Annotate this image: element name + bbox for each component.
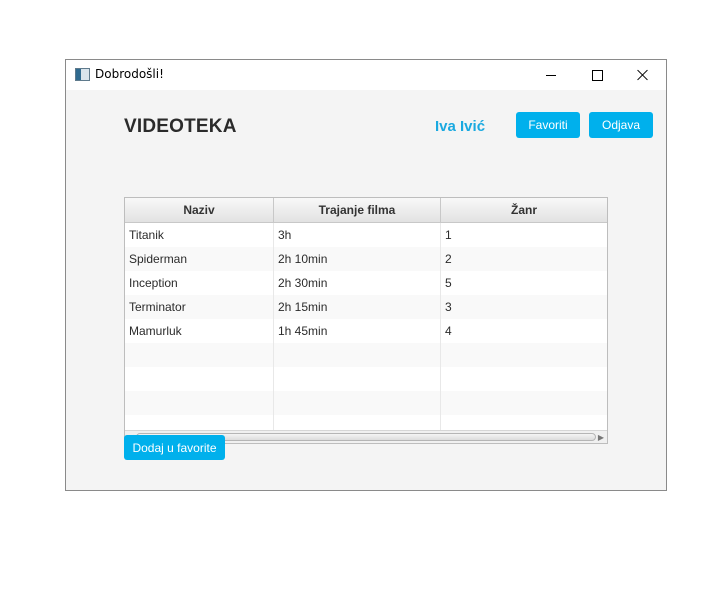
cell-zanr: 2 <box>445 252 452 266</box>
app-icon <box>75 68 90 81</box>
cell-naziv <box>125 367 274 391</box>
cell-trajanje: 3h <box>274 223 441 247</box>
table-row[interactable]: Titanik 3h 1 <box>125 223 607 247</box>
cell-zanr <box>441 391 607 415</box>
logout-button[interactable]: Odjava <box>589 112 653 138</box>
user-name-label: Iva Ivić <box>435 118 486 135</box>
cell-trajanje <box>274 391 441 415</box>
cell-trajanje: 2h 15min <box>274 295 441 319</box>
cell-trajanje: 2h 30min <box>274 271 441 295</box>
scroll-right-icon[interactable]: ▶ <box>596 431 606 443</box>
table-body: Titanik 3h 1 Spiderman 2h 10min 2 Inception 2h … <box>125 223 607 439</box>
cell-naziv: Mamurluk <box>125 319 274 343</box>
movies-table[interactable]: Naziv Trajanje filma Žanr Titanik 3h 1 Spid… <box>124 197 608 444</box>
window-title: Dobrodošli! <box>95 67 164 81</box>
cell-zanr <box>441 367 607 391</box>
main-content: VIDEOTEKA Iva Ivić Favoriti Odjava Naziv… <box>66 90 666 490</box>
column-header-trajanje[interactable]: Trajanje filma <box>274 198 441 222</box>
maximize-icon <box>591 69 603 81</box>
table-row[interactable] <box>125 391 607 415</box>
cell-trajanje <box>274 343 441 367</box>
app-window: Dobrodošli! VIDEOTEKA Iva Ivić Favoriti … <box>65 59 667 491</box>
cell-naziv: Titanik <box>125 223 274 247</box>
cell-naziv <box>125 391 274 415</box>
favorites-button[interactable]: Favoriti <box>516 112 580 138</box>
column-header-zanr[interactable]: Žanr <box>441 198 607 222</box>
table-row[interactable]: Spiderman 2h 10min 2 <box>125 247 607 271</box>
close-button[interactable] <box>620 60 666 90</box>
table-row[interactable] <box>125 367 607 391</box>
column-header-naziv[interactable]: Naziv <box>125 198 274 222</box>
table-row[interactable]: Terminator 2h 15min 3 <box>125 295 607 319</box>
minimize-icon <box>546 74 556 76</box>
cell-zanr: 5 <box>445 276 452 290</box>
page-title: VIDEOTEKA <box>124 116 237 137</box>
cell-naziv: Inception <box>125 271 274 295</box>
cell-trajanje: 1h 45min <box>274 319 441 343</box>
cell-zanr: 3 <box>445 300 452 314</box>
table-header: Naziv Trajanje filma Žanr <box>125 198 607 223</box>
maximize-button[interactable] <box>574 60 620 90</box>
cell-zanr: 1 <box>445 228 452 242</box>
table-row[interactable] <box>125 343 607 367</box>
cell-trajanje <box>274 367 441 391</box>
cell-zanr: 4 <box>445 324 452 338</box>
close-icon <box>637 69 649 81</box>
table-row[interactable]: Inception 2h 30min 5 <box>125 271 607 295</box>
cell-naziv: Terminator <box>125 295 274 319</box>
cell-naziv <box>125 343 274 367</box>
cell-zanr <box>441 343 607 367</box>
add-to-favorites-button[interactable]: Dodaj u favorite <box>124 435 225 460</box>
title-bar[interactable]: Dobrodošli! <box>66 60 666 90</box>
cell-naziv: Spiderman <box>125 247 274 271</box>
cell-trajanje: 2h 10min <box>274 247 441 271</box>
minimize-button[interactable] <box>528 60 574 90</box>
table-row[interactable]: Mamurluk 1h 45min 4 <box>125 319 607 343</box>
